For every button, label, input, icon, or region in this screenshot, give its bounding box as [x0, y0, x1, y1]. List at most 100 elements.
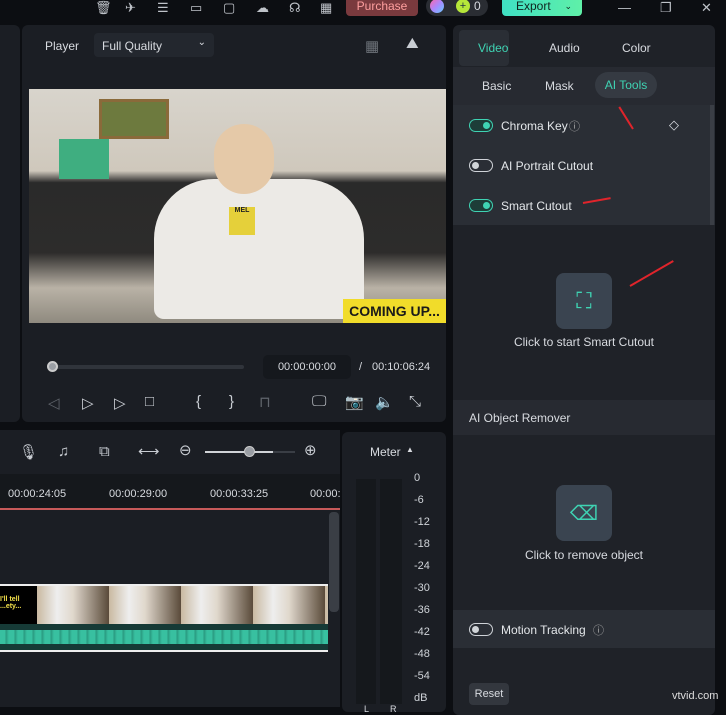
mark-out-icon[interactable]: }	[229, 393, 234, 410]
clip-thumbnails	[37, 586, 328, 624]
green-box	[59, 139, 109, 179]
object-remover-cta[interactable]: Click to remove object	[453, 548, 715, 562]
subtab-mask[interactable]: Mask	[545, 79, 574, 93]
volume-icon[interactable]: 🔈	[375, 393, 394, 411]
person-head	[214, 124, 274, 194]
keyframe-diamond-icon[interactable]: ◇	[669, 117, 679, 133]
meter-scale-label: -18	[414, 538, 430, 550]
painting	[99, 99, 169, 139]
smart-cutout-cta[interactable]: Click to start Smart Cutout	[453, 335, 715, 349]
scrubber-handle[interactable]	[47, 361, 58, 372]
watermark: vtvid.com	[672, 690, 719, 702]
display-icon[interactable]: 🖵	[312, 393, 326, 410]
prev-frame-icon[interactable]: ◁	[48, 394, 60, 412]
meter-scale: 0 -6 -12 -18 -24 -30 -36 -42 -48 -54 dB	[414, 472, 444, 712]
audio-list-icon[interactable]: ♫	[58, 443, 69, 460]
insert-icon[interactable]: ⊓	[259, 393, 271, 411]
person	[154, 179, 364, 319]
mic-badge: MEL	[229, 207, 255, 235]
tab-audio[interactable]: Audio	[549, 41, 580, 55]
quality-select[interactable]: Full Quality ⌄	[94, 33, 214, 57]
purchase-button[interactable]: Purchase	[346, 0, 418, 16]
smart-cutout-label: Smart Cutout	[501, 199, 572, 213]
video-clip[interactable]: I'll tell ...ety...	[0, 584, 328, 652]
mark-in-icon[interactable]: {	[196, 393, 201, 410]
trash-icon[interactable]: 🗑	[95, 0, 112, 16]
cloud-icon[interactable]: ☁	[256, 0, 269, 16]
motion-tracking-label: Motion Tracking	[501, 623, 586, 637]
audio-waveform	[0, 630, 328, 644]
time-ruler[interactable]: 00:00:24:05 00:00:29:00 00:00:33:25 00:0…	[0, 474, 341, 510]
zoom-slider-handle[interactable]	[244, 446, 255, 457]
step-play-icon[interactable]: ▷	[82, 394, 94, 412]
meter-bar-right	[380, 479, 402, 704]
meter-scale-label: -48	[414, 648, 430, 660]
meter-scale-label: -54	[414, 670, 430, 682]
inspector-scrollbar[interactable]	[710, 105, 714, 225]
reset-button[interactable]: Reset	[469, 683, 509, 705]
help-icon[interactable]: ⓘ	[593, 622, 604, 638]
smart-cutout-toggle[interactable]	[469, 199, 493, 212]
stop-icon[interactable]: □	[145, 393, 154, 410]
help-icon[interactable]: ⓘ	[569, 118, 580, 134]
meter-scale-label: -6	[414, 494, 424, 506]
clip-caption: I'll tell ...ety...	[0, 586, 37, 624]
fit-icon[interactable]: ⟷	[138, 442, 160, 460]
apps-icon[interactable]: ▦	[320, 0, 332, 16]
preview-toggle-icon[interactable]: ⧉	[99, 443, 110, 460]
remove-object-button[interactable]: ⌫	[556, 485, 612, 541]
caret-up-icon[interactable]: ▲	[406, 445, 414, 454]
chroma-key-label: Chroma Key	[501, 119, 568, 133]
timeline-scrollbar[interactable]	[329, 512, 339, 612]
export-button[interactable]: Export ⌄	[502, 0, 582, 16]
tasks-icon[interactable]: ☰	[157, 0, 169, 16]
meter-channel-label: L	[364, 704, 370, 714]
layout-icon[interactable]: ▭	[190, 0, 202, 16]
video-preview[interactable]: MEL COMING UP...	[29, 89, 446, 323]
motion-tracking-toggle[interactable]	[469, 623, 493, 636]
headset-icon[interactable]: ☊	[289, 0, 301, 16]
ruler-label: 00:00:	[310, 488, 341, 500]
zoom-out-icon[interactable]: ⊖	[179, 441, 192, 459]
video-caption: COMING UP...	[343, 299, 446, 323]
waveform-icon[interactable]: ⛰	[406, 35, 419, 52]
chroma-key-toggle[interactable]	[469, 119, 493, 132]
ai-toggles-section: Chroma Key ⓘ ◇ AI Portrait Cutout Smart …	[453, 105, 715, 225]
playback-scrubber[interactable]	[52, 365, 244, 369]
fullscreen-icon[interactable]: ⤡	[409, 393, 421, 410]
rocket-icon[interactable]: ✈	[125, 0, 136, 16]
smart-cutout-button[interactable]: ⛶	[556, 273, 612, 329]
ruler-label: 00:00:33:25	[210, 488, 269, 500]
meter-title[interactable]: Meter	[370, 445, 401, 459]
snapshot-icon[interactable]: 📷	[345, 393, 364, 411]
close-icon[interactable]: ✕	[701, 0, 712, 16]
ai-portrait-toggle[interactable]	[469, 159, 493, 172]
credits-count: 0	[474, 0, 481, 13]
grid-view-icon[interactable]: ▦	[365, 37, 379, 55]
minimize-icon[interactable]: —	[618, 0, 631, 15]
current-time[interactable]: 00:00:00:00	[263, 355, 351, 379]
meter-scale-label: -24	[414, 560, 430, 572]
portrait-cutout-icon: ⛶	[576, 288, 592, 313]
subtab-ai-tools[interactable]: AI Tools	[595, 72, 657, 98]
subtab-basic[interactable]: Basic	[482, 79, 511, 93]
chevron-down-icon[interactable]: ⌄	[564, 0, 572, 16]
meter-scale-label: -30	[414, 582, 430, 594]
meter-scale-label: -12	[414, 516, 430, 528]
plus-coin-icon: +	[456, 0, 470, 13]
meter-scale-label: 0	[414, 472, 421, 484]
tab-color[interactable]: Color	[622, 41, 651, 55]
object-remover-header: AI Object Remover	[453, 400, 715, 435]
tab-video[interactable]: Video	[478, 41, 508, 55]
meter-scale-label: -42	[414, 626, 430, 638]
ruler-label: 00:00:24:05	[8, 488, 67, 500]
microphone-icon[interactable]: 🎙	[19, 443, 38, 461]
time-separator: /	[359, 361, 363, 373]
restore-icon[interactable]: ❐	[660, 0, 672, 16]
play-icon[interactable]: ▷	[114, 394, 126, 412]
credits-badge[interactable]: + 0	[426, 0, 488, 16]
player-label: Player	[45, 39, 80, 53]
save-icon[interactable]: ▢	[223, 0, 235, 16]
zoom-in-icon[interactable]: ⊕	[304, 441, 317, 459]
subtab-bar: Basic Mask AI Tools	[453, 67, 715, 105]
